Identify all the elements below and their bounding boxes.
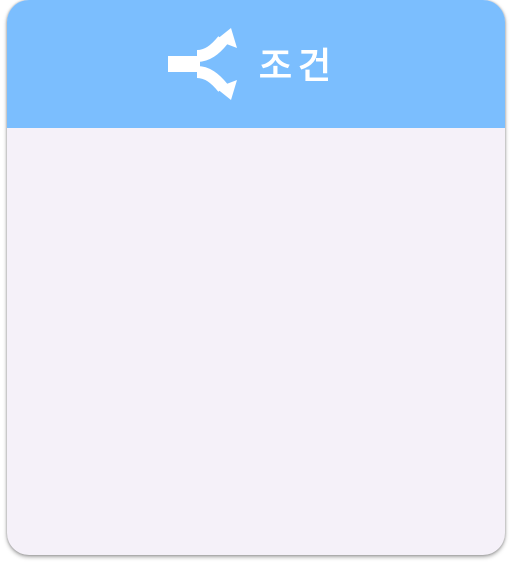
condition-card: 조건 <box>7 0 505 555</box>
card-title: 조건 <box>258 46 338 87</box>
card-header: 조건 <box>7 0 505 128</box>
card-body <box>7 128 505 555</box>
split-arrow-icon <box>167 28 237 100</box>
